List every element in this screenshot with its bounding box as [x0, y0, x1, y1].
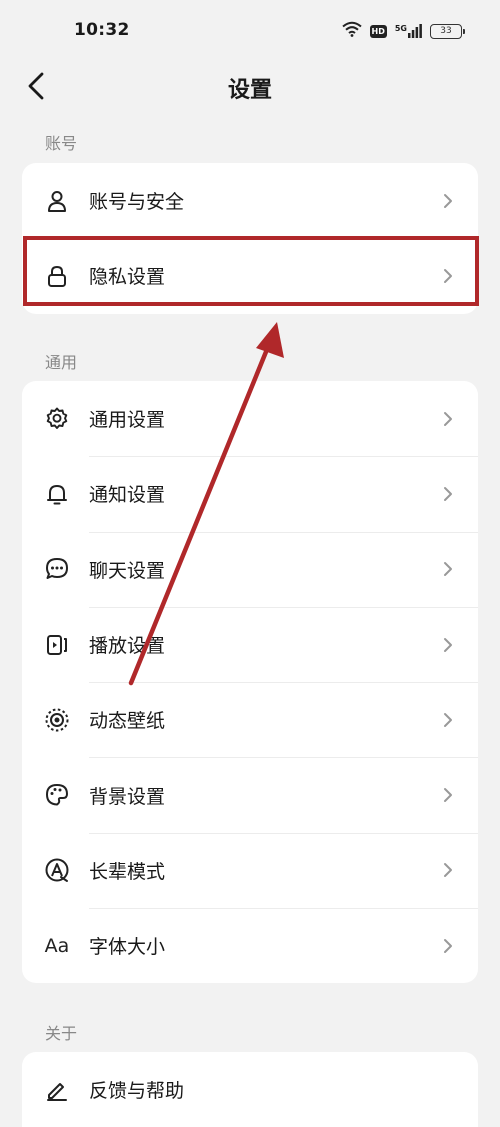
font-size-glyph: Aa: [44, 934, 70, 957]
live-wallpaper-icon: [44, 707, 70, 733]
annotation-highlight-box: [23, 236, 479, 306]
header: 设置: [0, 64, 500, 110]
row-account-security[interactable]: 账号与安全: [22, 163, 478, 238]
elder-mode-icon: [44, 857, 70, 883]
bell-icon: [44, 481, 70, 507]
row-font-size[interactable]: Aa 字体大小: [22, 908, 478, 983]
row-label: 反馈与帮助: [89, 1080, 185, 1103]
row-label: 通知设置: [89, 484, 166, 507]
chat-bubble-icon: [44, 556, 70, 582]
gear-icon: [44, 406, 70, 432]
status-bar: 10:32 HD 5G 33: [0, 0, 500, 64]
row-general-settings[interactable]: 通用设置: [22, 381, 478, 456]
chevron-right-icon: [444, 863, 452, 878]
row-label: 长辈模式: [89, 860, 166, 883]
chevron-right-icon: [444, 637, 452, 652]
network-type: 5G: [394, 24, 407, 33]
row-label: 聊天设置: [89, 559, 166, 582]
section-label-account: 账号: [45, 134, 78, 153]
wifi-icon: [341, 21, 362, 41]
chevron-right-icon: [444, 788, 452, 803]
row-label: 通用设置: [89, 409, 166, 432]
chevron-right-icon: [444, 411, 452, 426]
row-feedback-help[interactable]: 反馈与帮助: [22, 1052, 478, 1127]
row-label: 动态壁纸: [89, 710, 166, 733]
chevron-right-icon: [444, 486, 452, 501]
row-elder-mode[interactable]: 长辈模式: [22, 832, 478, 908]
row-background-settings[interactable]: 背景设置: [22, 757, 478, 832]
status-time: 10:32: [74, 20, 130, 40]
section-label-about: 关于: [45, 1024, 78, 1043]
chevron-right-icon: [444, 712, 452, 727]
row-label: 字体大小: [89, 936, 166, 959]
chevron-right-icon: [444, 938, 452, 953]
person-icon: [44, 188, 70, 214]
row-label: 播放设置: [89, 635, 166, 658]
battery-indicator: 33: [430, 23, 465, 39]
chevron-right-icon: [444, 193, 452, 208]
card-about: 反馈与帮助: [22, 1052, 478, 1127]
row-chat-settings[interactable]: 聊天设置: [22, 531, 478, 607]
row-notification-settings[interactable]: 通知设置: [22, 456, 478, 531]
playback-icon: [44, 632, 70, 658]
card-general: 通用设置 通知设置 聊天设置 播放设置 动态壁纸 背景设置 长辈模式 Aa 字体…: [22, 381, 478, 984]
hd-badge: HD: [369, 24, 387, 38]
row-label: 账号与安全: [89, 191, 185, 214]
chevron-right-icon: [444, 562, 452, 577]
section-label-general: 通用: [45, 353, 78, 372]
pencil-icon: [44, 1077, 70, 1103]
row-label: 背景设置: [89, 785, 166, 808]
row-playback-settings[interactable]: 播放设置: [22, 606, 478, 682]
row-live-wallpaper[interactable]: 动态壁纸: [22, 682, 478, 757]
page-title: 设置: [227, 78, 272, 103]
status-icons: HD 5G 33: [341, 21, 465, 41]
signal-icon: 5G: [395, 24, 422, 38]
font-size-icon: Aa: [44, 933, 70, 959]
palette-icon: [44, 782, 70, 808]
